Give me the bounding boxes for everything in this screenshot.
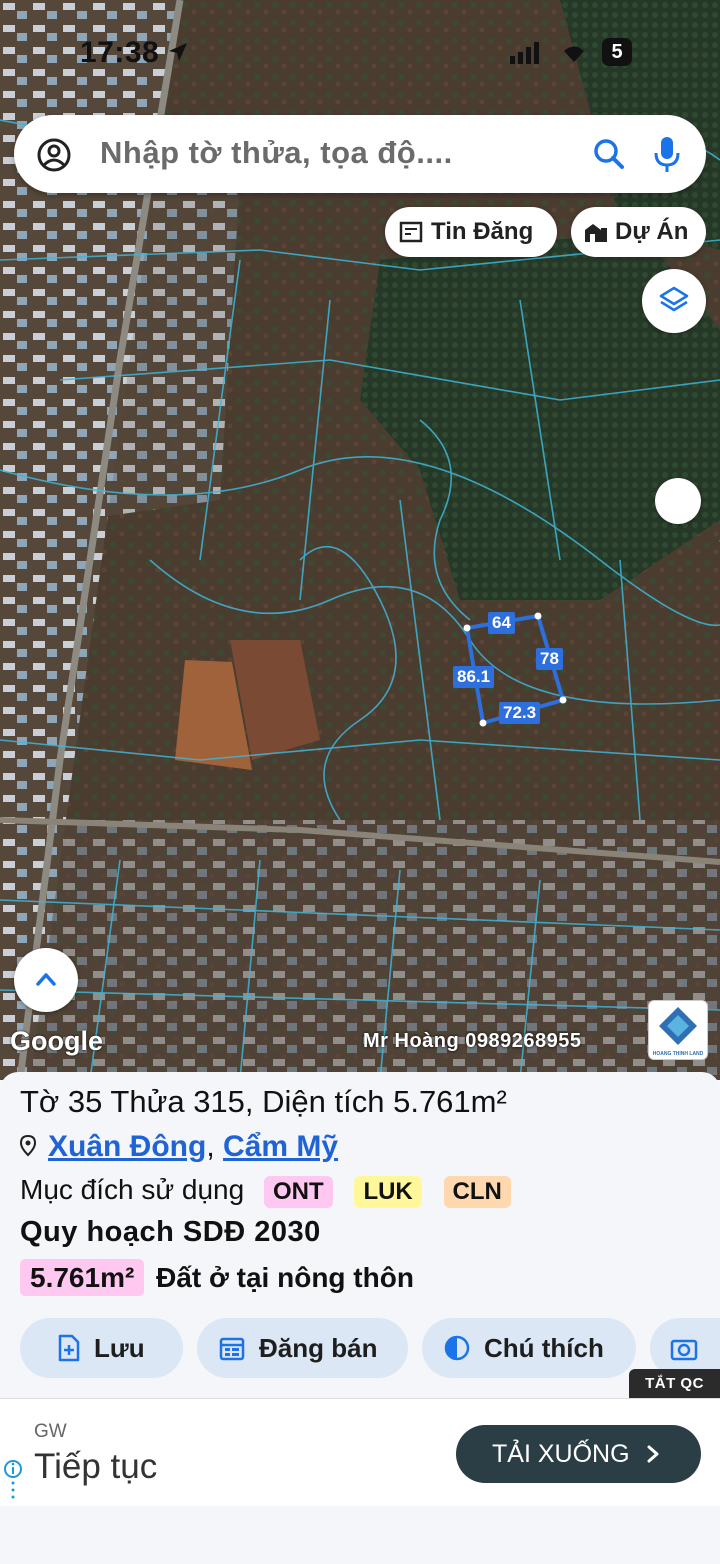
usage-row: Mục đích sử dụng ONT LUK CLN	[20, 1174, 511, 1208]
expand-button[interactable]	[14, 948, 78, 1012]
parcel-title: Tờ 35 Thửa 315, Diện tích 5.761m²	[20, 1084, 507, 1119]
newspaper-icon	[399, 221, 423, 243]
sell-label: Đăng bán	[259, 1332, 378, 1363]
map-view[interactable]: 64 86.1 78 72.3 17:38 5 Nhập tờ thửa, tọ…	[0, 0, 720, 1080]
search-input[interactable]: Nhập tờ thửa, tọa độ....	[100, 135, 453, 171]
ad-info-icon[interactable]	[4, 1459, 22, 1505]
ad-download-button[interactable]: TẢI XUỐNG	[456, 1425, 701, 1483]
plan-area-badge: 5.761m²	[20, 1259, 145, 1296]
wifi-icon	[564, 46, 584, 62]
legend-label: Chú thích	[484, 1332, 604, 1363]
account-icon[interactable]	[36, 137, 72, 173]
tag-ont: ONT	[263, 1176, 333, 1208]
tag-cln: CLN	[443, 1176, 511, 1208]
ad-banner[interactable]: GW Tiếp tục TẢI XUỐNG	[0, 1398, 720, 1507]
parcel-location: Xuân Đông, Cẩm Mỹ	[19, 1130, 338, 1164]
save-button[interactable]: Lưu	[20, 1318, 183, 1378]
chevron-up-icon	[36, 973, 56, 986]
ward-link[interactable]: Xuân Đông	[48, 1130, 206, 1163]
projects-button[interactable]: Dự Án	[571, 207, 706, 257]
cellular-signal-icon	[510, 42, 539, 64]
listings-label: Tin Đăng	[431, 218, 534, 245]
dim-label-left: 86.1	[453, 666, 495, 688]
location-pin-icon	[19, 1134, 37, 1157]
save-label: Lưu	[94, 1332, 145, 1363]
owner-watermark: Mr Hoàng 0989268955	[363, 1030, 582, 1052]
svg-text:HOANG THINH LAND: HOANG THINH LAND	[653, 1051, 704, 1057]
projects-label: Dự Án	[615, 218, 689, 245]
ad-headline: Tiếp tục	[34, 1447, 158, 1486]
legend-button[interactable]: Chú thích	[422, 1318, 636, 1378]
dim-label-bottom: 72.3	[499, 702, 541, 724]
map-handle-dot[interactable]	[655, 478, 701, 524]
file-add-icon	[58, 1334, 80, 1362]
building-icon	[585, 224, 607, 242]
search-icon[interactable]	[592, 137, 626, 171]
status-time: 17:38	[80, 36, 160, 69]
dim-label-right: 78	[536, 648, 563, 670]
calendar-icon	[219, 1337, 245, 1361]
diamond-logo-icon: HOANG THINH LAND	[653, 1007, 704, 1057]
microphone-icon[interactable]	[652, 135, 682, 173]
plan-description: Đất ở tại nông thôn	[156, 1262, 414, 1293]
chevron-right-icon	[647, 1445, 659, 1463]
company-logo: HOANG THINH LAND	[648, 1000, 708, 1060]
sell-button[interactable]: Đăng bán	[197, 1318, 408, 1378]
tag-luk: LUK	[354, 1176, 422, 1208]
ad-download-label: TẢI XUỐNG	[492, 1439, 630, 1468]
layers-button[interactable]	[642, 269, 706, 333]
contrast-icon	[444, 1335, 470, 1361]
layers-icon	[659, 286, 689, 312]
search-bar[interactable]: Nhập tờ thửa, tọa độ....	[14, 115, 706, 193]
plan-title: Quy hoạch SDĐ 2030	[20, 1216, 321, 1248]
ad-brand: GW	[34, 1421, 67, 1442]
plan-row: 5.761m² Đất ở tại nông thôn	[20, 1259, 414, 1296]
usage-label: Mục đích sử dụng	[20, 1174, 245, 1205]
bottom-safe-area	[0, 1506, 720, 1564]
close-ad-button[interactable]: TẮT QC	[629, 1369, 720, 1398]
camera-add-icon	[670, 1339, 698, 1361]
google-logo: Google	[10, 1026, 103, 1056]
battery-indicator: 5	[602, 38, 632, 66]
status-bar: 17:38 5	[0, 34, 720, 74]
dim-label-top: 64	[488, 612, 515, 634]
location-arrow-icon	[169, 43, 187, 61]
district-link[interactable]: Cẩm Mỹ	[223, 1130, 338, 1163]
listings-button[interactable]: Tin Đăng	[385, 207, 557, 257]
